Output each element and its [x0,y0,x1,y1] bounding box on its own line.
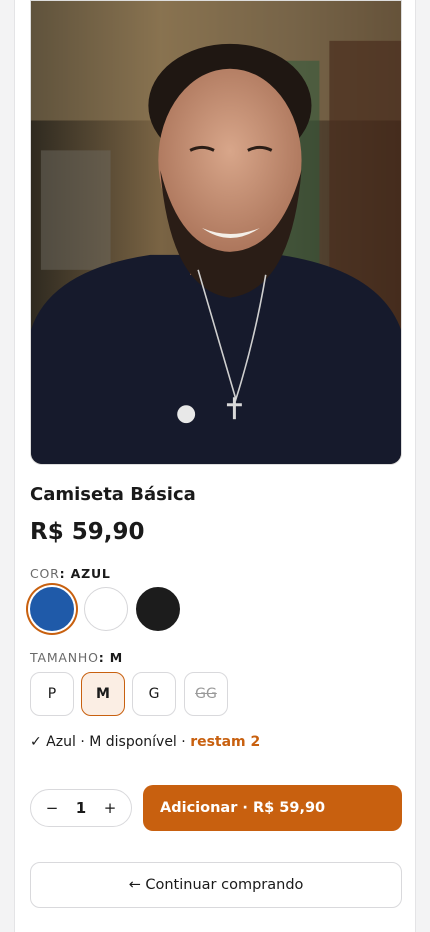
product-card: Camiseta Básica R$ 59,90 COR: AZUL TAMAN… [14,0,416,932]
color-swatch-black[interactable] [136,587,180,631]
color-selected-value: : AZUL [59,566,111,581]
product-title: Camiseta Básica [30,484,196,505]
size-option-label: TAMANHO: M [30,650,123,665]
stock-low-badge: restam 2 [190,734,261,750]
size-label-text: TAMANHO [30,650,99,665]
product-photo [30,0,402,465]
quantity-value: 1 [75,799,87,817]
color-option-label: COR: AZUL [30,566,111,581]
product-photo-image [31,1,401,464]
size-button-m[interactable]: M [81,672,125,716]
size-button-p[interactable]: P [30,672,74,716]
color-label-text: COR [30,566,60,581]
add-to-cart-button[interactable]: Adicionar · R$ 59,90 [143,785,402,831]
quantity-increase-button[interactable]: + [101,799,119,817]
continue-shopping-button[interactable]: ← Continuar comprando [30,862,402,908]
quantity-stepper: − 1 + [30,789,132,827]
stock-text: ✓ Azul · M disponível · [30,734,186,750]
product-price: R$ 59,90 [30,519,145,545]
stock-status: ✓ Azul · M disponível · restam 2 [30,734,260,750]
color-swatch-white[interactable] [84,587,128,631]
size-selected-value: : M [98,650,123,665]
size-button-g[interactable]: G [132,672,176,716]
quantity-decrease-button[interactable]: − [43,799,61,817]
color-swatch-blue[interactable] [30,587,74,631]
size-button-gg[interactable]: GG [184,672,228,716]
